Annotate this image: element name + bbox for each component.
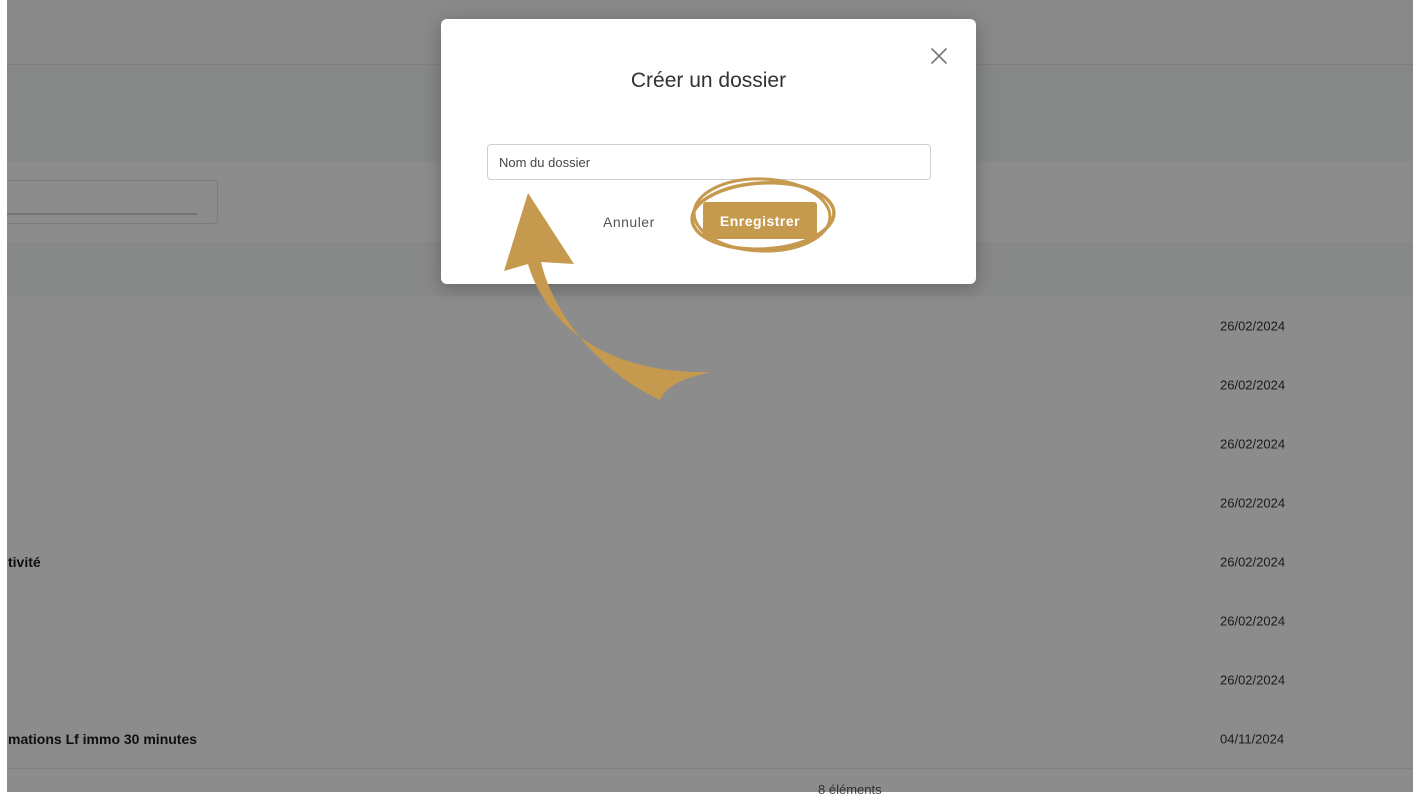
left-edge [0, 0, 7, 792]
cancel-button[interactable]: Annuler [603, 209, 655, 235]
close-button[interactable] [927, 44, 951, 68]
close-icon [931, 48, 947, 64]
create-folder-dialog: Créer un dossier Annuler Enregistrer [441, 19, 976, 284]
folder-name-input[interactable] [487, 144, 931, 180]
save-button[interactable]: Enregistrer [703, 202, 817, 239]
dialog-title: Créer un dossier [630, 69, 787, 92]
